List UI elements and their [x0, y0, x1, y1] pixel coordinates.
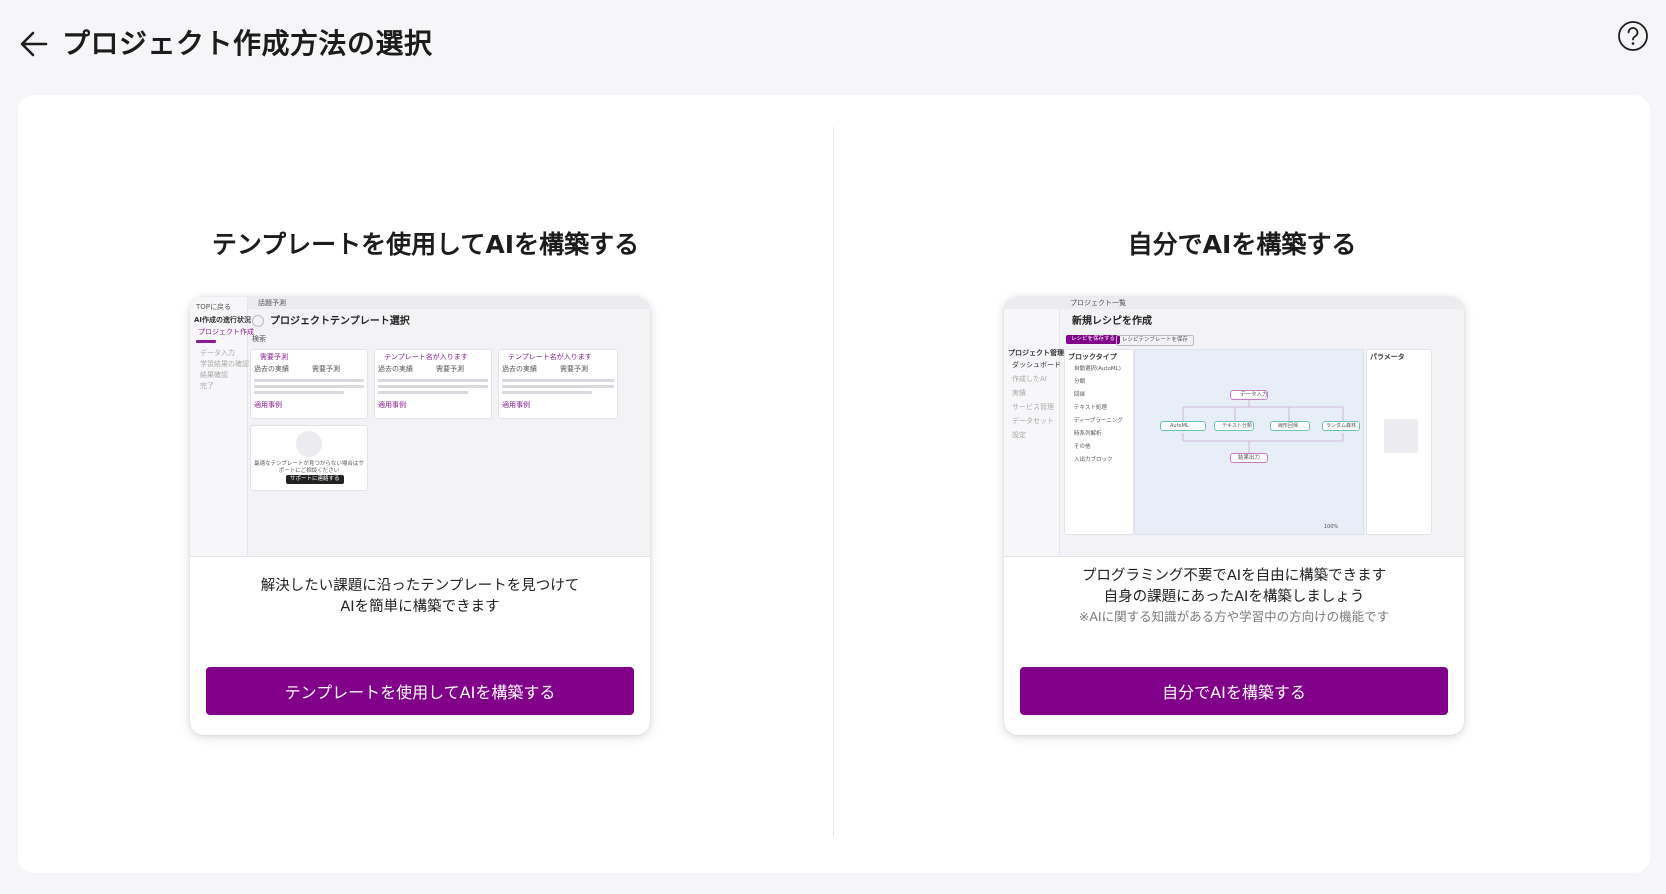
- preview-sidebar-heading: AI作成の進行状況: [194, 316, 252, 324]
- preview-block-item: 分類: [1074, 379, 1086, 385]
- preview-sidebar-heading: プロジェクト管理: [1008, 349, 1064, 357]
- preview-tab: プロジェクト一覧: [1070, 299, 1126, 307]
- help-button[interactable]: [1617, 20, 1649, 52]
- preview-card-label: 需要予測: [436, 365, 464, 373]
- custom-option-card[interactable]: プロジェクト一覧 プロジェクト管理 ダッシュボード 作成したAI 実績 サービス…: [1004, 297, 1464, 735]
- preview-flow-lines: [1182, 399, 1344, 453]
- preview-card-label: 適用事例: [254, 401, 282, 409]
- preview-block-item: その他: [1074, 444, 1091, 450]
- preview-card-label: 需要予測: [312, 365, 340, 373]
- preview-sidebar-item: 結果確認: [200, 371, 228, 379]
- preview-sidebar-item: 完了: [200, 382, 214, 390]
- custom-description-line2: 自身の課題にあったAIを構築しましょう: [1103, 589, 1365, 605]
- preview-card-label: 適用事例: [378, 401, 406, 409]
- arrow-left-icon: [20, 31, 48, 57]
- preview-empty-button: サポートに連絡する: [286, 475, 344, 484]
- preview-node: 線形回帰: [1278, 422, 1299, 429]
- preview-zoom: 100%: [1324, 524, 1339, 530]
- preview-node: ランダム森林: [1326, 422, 1357, 429]
- preview-sidebar-item: 設定: [1012, 431, 1026, 439]
- preview-node: 結果出力: [1238, 454, 1261, 461]
- preview-block-item: 入出力ブロック: [1074, 457, 1113, 463]
- preview-page-title: プロジェクトテンプレート選択: [270, 316, 410, 327]
- preview-node: テキスト分類: [1222, 422, 1252, 429]
- template-option-card[interactable]: TOPに戻る AI作成の進行状況 プロジェクト作成 データ入力 学習結果の確認 …: [190, 297, 650, 735]
- preview-sidebar-item: ダッシュボード: [1012, 361, 1061, 369]
- preview-block-item: ディープラーニング: [1074, 418, 1123, 424]
- preview-card-label: 過去の実績: [378, 365, 413, 373]
- preview-block-item: テキスト処理: [1074, 405, 1107, 411]
- preview-btn-secondary: レシピテンプレートを保存: [1116, 335, 1194, 346]
- preview-card-title: 需要予測: [260, 353, 288, 361]
- custom-preview-image: プロジェクト一覧 プロジェクト管理 ダッシュボード 作成したAI 実績 サービス…: [1004, 297, 1464, 557]
- use-template-button[interactable]: テンプレートを使用してAIを構築する: [206, 667, 634, 715]
- preview-card-label: 過去の実績: [502, 365, 537, 373]
- preview-param-heading: パラメータ: [1370, 353, 1405, 361]
- custom-option-heading: 自分でAIを構築する: [1127, 230, 1357, 259]
- preview-tab: 話題予測: [258, 299, 286, 307]
- preview-block-item: 回帰: [1074, 392, 1086, 398]
- preview-sidebar-item: サービス管理: [1012, 403, 1054, 411]
- preview-sidebar-item: データセット: [1012, 417, 1054, 425]
- template-option-heading: テンプレートを使用してAIを構築する: [211, 230, 640, 259]
- preview-page-title: 新規レシピを作成: [1072, 316, 1152, 327]
- template-description-line2: AIを簡単に構築できます: [340, 599, 500, 615]
- selection-panel: テンプレートを使用してAIを構築する TOPに戻る AI作成の進行状況 プロジェ…: [18, 95, 1650, 873]
- preview-block-heading: ブロックタイプ: [1068, 353, 1117, 361]
- preview-card-label: 過去の実績: [254, 365, 289, 373]
- back-button[interactable]: [14, 24, 54, 64]
- preview-block-item: 自動選択(AutoML): [1074, 366, 1121, 372]
- preview-sidebar-item: 作成したAI: [1012, 375, 1047, 383]
- template-description-line1: 解決したい課題に沿ったテンプレートを見つけて: [260, 578, 580, 594]
- preview-card-label: 適用事例: [502, 401, 530, 409]
- page-header: プロジェクト作成方法の選択: [0, 0, 1666, 90]
- preview-search: 検索: [252, 335, 266, 343]
- template-preview-image: TOPに戻る AI作成の進行状況 プロジェクト作成 データ入力 学習結果の確認 …: [190, 297, 650, 557]
- custom-description-note: ※AIに関する知識がある方や学習中の方向けの機能です: [1078, 609, 1390, 624]
- preview-empty-text: 最適なテンプレートが見つからない場合はサポートにご相談ください: [254, 461, 364, 474]
- preview-block-item: 時系列解析: [1074, 431, 1102, 437]
- preview-back-label: TOPに戻る: [196, 303, 232, 311]
- preview-node: データ入力: [1240, 391, 1268, 398]
- custom-description-line1: プログラミング不要でAIを自由に構築できます: [1081, 568, 1387, 584]
- preview-card-label: 需要予測: [560, 365, 588, 373]
- page-title: プロジェクト作成方法の選択: [62, 27, 433, 60]
- preview-card-title: テンプレート名が入ります: [384, 353, 468, 361]
- preview-sidebar-item: 学習結果の確認: [200, 360, 249, 368]
- help-icon: [1618, 21, 1648, 51]
- preview-node: AutoML: [1170, 422, 1189, 429]
- build-own-ai-button[interactable]: 自分でAIを構築する: [1020, 667, 1448, 715]
- preview-card-title: テンプレート名が入ります: [508, 353, 592, 361]
- preview-btn-primary: レシピを保存する: [1066, 335, 1121, 344]
- preview-sidebar-item: プロジェクト作成: [198, 328, 254, 336]
- preview-sidebar-item: 実績: [1012, 389, 1026, 397]
- preview-sidebar-item: データ入力: [200, 349, 235, 357]
